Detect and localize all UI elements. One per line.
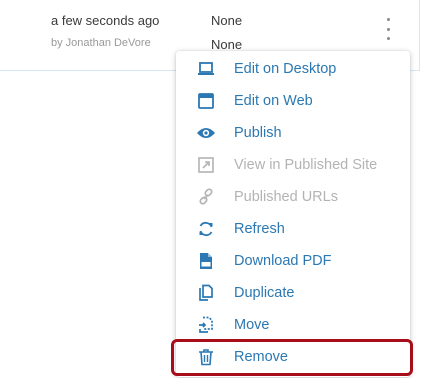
external-link-icon [196, 155, 216, 175]
menu-item-download-pdf[interactable]: Download PDF [176, 245, 410, 277]
more-options-icon[interactable] [381, 18, 395, 40]
menu-item-label: Edit on Web [234, 93, 313, 109]
pdf-file-icon [196, 251, 216, 271]
menu-item-label: Download PDF [234, 253, 332, 269]
menu-item-label: Publish [234, 125, 282, 141]
menu-item-label: View in Published Site [234, 157, 378, 173]
laptop-icon [196, 59, 216, 79]
move-icon [196, 315, 216, 335]
eye-icon [196, 123, 216, 143]
refresh-icon [196, 219, 216, 239]
menu-item-refresh[interactable]: Refresh [176, 213, 410, 245]
menu-item-label: Edit on Desktop [234, 61, 337, 77]
menu-item-edit-on-web[interactable]: Edit on Web [176, 85, 410, 117]
menu-item-edit-on-desktop[interactable]: Edit on Desktop [176, 53, 410, 85]
browser-window-icon [196, 91, 216, 111]
menu-item-published-urls: Published URLs [176, 181, 410, 213]
status-value-secondary: None [211, 37, 243, 52]
modified-time: a few seconds ago [51, 13, 160, 28]
link-icon [196, 187, 216, 207]
status-value: None [211, 13, 243, 28]
menu-item-view-in-published-site: View in Published Site [176, 149, 410, 181]
menu-item-label: Duplicate [234, 285, 295, 301]
menu-item-duplicate[interactable]: Duplicate [176, 277, 410, 309]
trash-icon [196, 347, 216, 367]
menu-item-label: Refresh [234, 221, 285, 237]
modified-by: by Jonathan DeVore [51, 37, 151, 49]
menu-item-move[interactable]: Move [176, 309, 410, 341]
menu-item-label: Published URLs [234, 189, 338, 205]
menu-item-publish[interactable]: Publish [176, 117, 410, 149]
menu-item-label: Remove [234, 349, 288, 365]
menu-item-label: Move [234, 317, 270, 333]
duplicate-icon [196, 283, 216, 303]
context-menu: Edit on Desktop Edit on Web Publish View… [176, 51, 410, 377]
menu-item-remove[interactable]: Remove [176, 341, 410, 373]
